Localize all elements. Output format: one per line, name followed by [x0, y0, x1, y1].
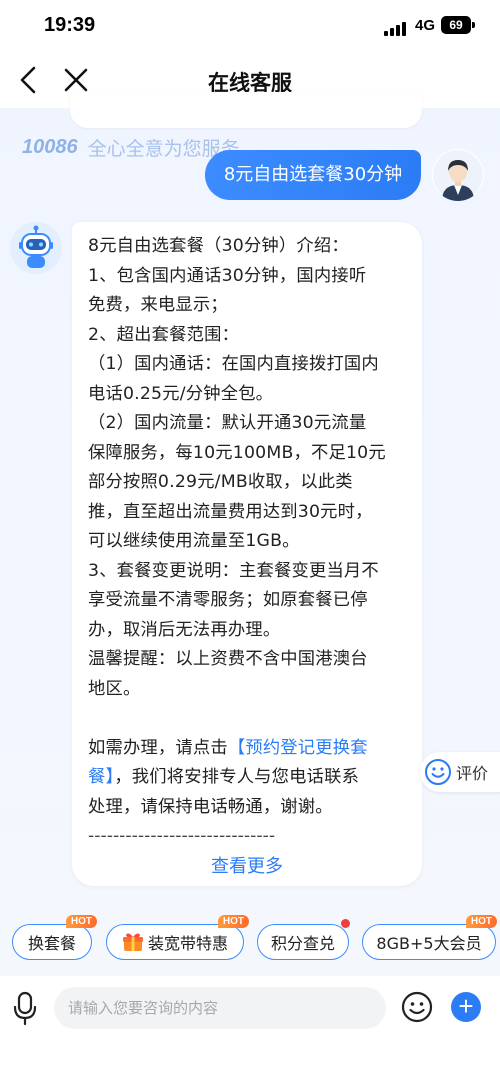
hot-badge: HOT [217, 915, 249, 928]
chip-label: 装宽带特惠 [147, 934, 228, 953]
user-avatar-icon [433, 150, 483, 201]
battery-icon: 69 [441, 16, 471, 34]
message-line: 8元自由选套餐（30分钟）介绍： [88, 236, 349, 256]
message-line: 部分按照0.29元/MB收取，以此类 [88, 472, 353, 492]
battery-tip [472, 22, 475, 28]
action-line: 如需办理，请点击【预约登记更换套 [88, 734, 408, 764]
quick-action-data-package[interactable]: 8GB+5大会员 HOT [362, 915, 497, 960]
action-suffix: ，我们将安排专人与您电话联系 [114, 767, 360, 787]
message-line: 推，直至超出流量费用达到30元时， [88, 501, 373, 522]
rate-label: 评价 [456, 764, 489, 783]
plus-icon[interactable]: + [451, 992, 481, 1022]
bot-avatar [10, 222, 62, 274]
brand-logo: 10086 [22, 136, 78, 158]
quick-action-change-plan[interactable]: 换套餐 HOT [12, 915, 97, 960]
chip-label: 换套餐 [27, 934, 76, 953]
message-line: 办，取消后无法再办理。 [88, 619, 281, 640]
status-bar: 19:39 4G 69 [0, 0, 500, 52]
previous-message-bubble [70, 92, 422, 128]
status-time: 19:39 [44, 14, 96, 36]
message-line: （2）国内流量：默认开通30元流量 [88, 413, 367, 433]
message-line: 3、套餐变更说明：主套餐变更当月不 [88, 560, 379, 581]
see-more-link[interactable]: 查看更多 [72, 852, 422, 878]
message-line: 地区。 [88, 678, 141, 699]
network-type: 4G [415, 17, 436, 34]
chip-label: 积分查兑 [270, 934, 335, 953]
smile-icon [425, 759, 451, 785]
message-line: 享受流量不清零服务；如原套餐已停 [88, 590, 368, 610]
user-avatar [432, 149, 484, 201]
divider-line: ------------------------------ [88, 826, 276, 846]
appointment-link-end[interactable]: 餐】 [88, 767, 114, 787]
action-line: 餐】，我们将安排专人与您电话联系 [88, 763, 408, 793]
bot-message-text: 8元自由选套餐（30分钟）介绍： 1、包含国内通话30分钟，国内接听 免费，来电… [88, 232, 408, 852]
quick-action-points[interactable]: 积分查兑 [257, 919, 350, 960]
message-line: 电话0.25元/分钟全包。 [88, 383, 274, 404]
hot-badge: HOT [465, 915, 497, 928]
notification-dot [341, 919, 350, 928]
input-bar: + [0, 976, 500, 1070]
appointment-link[interactable]: 【预约登记更换套 [228, 738, 368, 758]
quick-action-broadband[interactable]: 装宽带特惠 HOT [106, 915, 249, 960]
microphone-icon[interactable] [10, 990, 40, 1026]
message-line: 免费，来电显示； [88, 295, 228, 315]
gift-icon [122, 933, 143, 951]
bot-message-bubble: 8元自由选套餐（30分钟）介绍： 1、包含国内通话30分钟，国内接听 免费，来电… [72, 222, 422, 886]
message-line: 温馨提醒：以上资费不含中国港澳台 [88, 649, 368, 669]
robot-icon [11, 223, 61, 273]
chip-label: 8GB+5大会员 [376, 934, 482, 953]
emoji-icon[interactable] [401, 991, 433, 1023]
message-line: 2、超出套餐范围： [88, 324, 240, 345]
action-line: 处理，请保持电话畅通，谢谢。 [88, 796, 333, 817]
brand-watermark: 10086 全心全意为您服务 [22, 134, 240, 161]
message-line: 保障服务，每10元100MB，不足10元 [88, 442, 386, 463]
action-prefix: 如需办理，请点击 [88, 737, 228, 758]
signal-icon [384, 20, 410, 36]
rate-button[interactable]: 评价 [420, 752, 500, 792]
user-message-bubble: 8元自由选套餐30分钟 [205, 150, 421, 200]
message-line: （1）国内通话：在国内直接拨打国内 [88, 354, 379, 374]
message-input[interactable] [54, 987, 386, 1029]
message-line: 可以继续使用流量至1GB。 [88, 531, 300, 551]
hot-badge: HOT [65, 915, 97, 928]
message-line: 1、包含国内通话30分钟，国内接听 [88, 265, 367, 286]
